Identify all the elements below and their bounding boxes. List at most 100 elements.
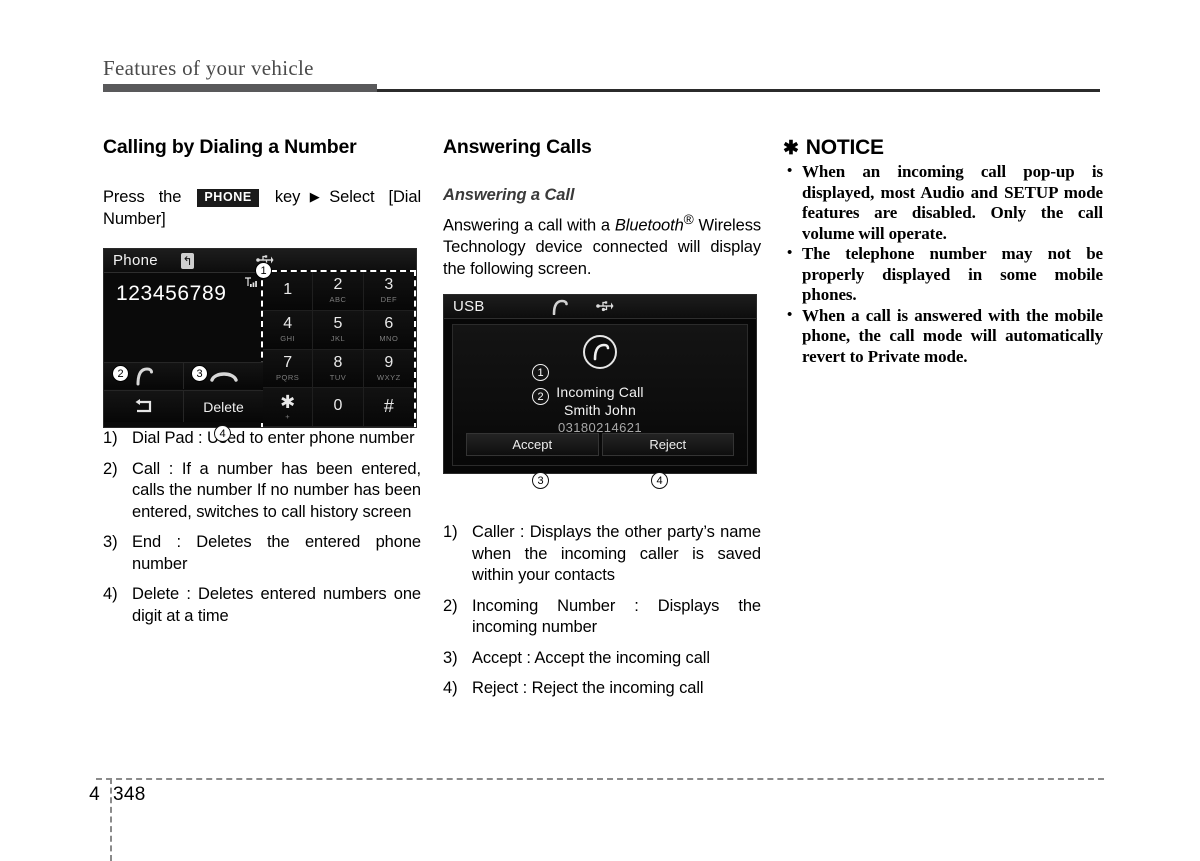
- keypad-key-1[interactable]: 1: [263, 272, 314, 311]
- instruction-before-key: Press the: [103, 188, 182, 206]
- keypad-key-3[interactable]: 3 DEF: [363, 272, 414, 311]
- keypad-digit: 4: [283, 315, 293, 333]
- keypad-digit: 6: [384, 315, 394, 333]
- keypad-key-6[interactable]: 6 MNO: [363, 310, 414, 350]
- dial-keypad[interactable]: 1 2 ABC 3 DEF 4 GHI 5 JKL 6 MNO 7 PQRS 8…: [261, 270, 416, 427]
- callout-marker-1: 1: [532, 364, 549, 381]
- header-rule-thick: [103, 84, 377, 92]
- paragraph-pre: Answering a call with a: [443, 216, 615, 235]
- section-title-answering-calls: Answering Calls: [443, 136, 592, 158]
- notice-header: ✱ NOTICE: [783, 136, 1103, 160]
- call-handset-icon: [136, 367, 153, 386]
- notice-item: • When an incoming call pop-up is displa…: [783, 162, 1103, 244]
- registered-mark: ®: [683, 212, 694, 227]
- dial-bottom-row: Delete: [104, 390, 263, 422]
- keypad-letters: ABC: [329, 295, 347, 305]
- keypad-digit: 1: [283, 280, 293, 298]
- call-handset-icon: [549, 299, 571, 320]
- keypad-digit: 2: [333, 276, 343, 294]
- usb-icon: [596, 300, 614, 312]
- list-item: 2) Call : If a number has been entered, …: [103, 459, 421, 524]
- keypad-key-0[interactable]: 0: [313, 388, 364, 427]
- list-item-text: Reject : Reject the incoming call: [472, 679, 704, 697]
- list-item-text: Accept : Accept the incoming call: [472, 648, 710, 667]
- answering-paragraph: Answering a call with a Bluetooth® Wirel…: [443, 209, 761, 280]
- chapter-number: 4: [89, 784, 100, 805]
- keypad-digit: 9: [384, 353, 394, 371]
- delete-button[interactable]: Delete: [184, 391, 263, 422]
- list-item-number: 2): [443, 596, 458, 615]
- list-item: 4) Delete : Deletes entered numbers one …: [103, 584, 421, 627]
- keypad-digit: 8: [333, 353, 343, 371]
- keypad-key-5[interactable]: 5 JKL: [313, 310, 364, 350]
- keypad-letters: TUV: [329, 372, 347, 382]
- incoming-caller-name: Smith John: [563, 402, 637, 418]
- list-item: 4) Reject : Reject the incoming call: [443, 678, 761, 700]
- keypad-key-9[interactable]: 9 WXYZ: [363, 349, 414, 389]
- incoming-call-screen: USB Incoming Call Smith John 03180214621…: [443, 294, 757, 474]
- middle-numbered-list: 1) Caller : Displays the other party’s n…: [443, 522, 761, 700]
- keypad-digit: 3: [384, 276, 394, 294]
- keypad-letters: MNO: [379, 334, 399, 344]
- bullet-icon: •: [787, 163, 793, 179]
- section-title-calling-by-dialing: Calling by Dialing a Number: [103, 136, 357, 158]
- notice-item-text: The telephone number may not be properly…: [802, 244, 1103, 304]
- keypad-key-4[interactable]: 4 GHI: [263, 310, 314, 350]
- bluetooth-wordmark: Bluetooth: [614, 216, 684, 235]
- keypad-letters: JKL: [330, 334, 346, 344]
- list-item: 1) Dial Pad : Used to enter phone number: [103, 428, 421, 450]
- list-item-text: Incoming Number : Displays the incoming …: [472, 596, 761, 637]
- phone-key-chip: PHONE: [197, 188, 259, 207]
- asterisk-icon: ✱: [783, 137, 799, 159]
- back-arrow-icon: [135, 398, 151, 412]
- list-item-number: 4): [103, 585, 118, 603]
- keypad-letters: +: [285, 411, 291, 421]
- incoming-screen-mode-label: USB: [453, 298, 485, 315]
- list-item: 1) Caller : Displays the other party’s n…: [443, 522, 761, 587]
- running-header-title: Features of your vehicle: [103, 56, 314, 80]
- figure-incoming-call: USB Incoming Call Smith John 03180214621…: [443, 294, 757, 489]
- keypad-digit: 0: [333, 397, 343, 415]
- incoming-screen-topbar: USB: [444, 295, 756, 319]
- keypad-key-hash[interactable]: #: [363, 388, 414, 427]
- list-item-text: Dial Pad : Used to enter phone number: [132, 429, 415, 447]
- signal-strength-icon: [242, 277, 262, 294]
- call-handset-icon-glyph: [552, 299, 568, 316]
- notice-title: NOTICE: [805, 136, 884, 159]
- keypad-key-7[interactable]: 7 PQRS: [263, 349, 314, 389]
- list-item-number: 4): [443, 679, 458, 697]
- keypad-key-2[interactable]: 2 ABC: [313, 272, 364, 311]
- list-item-number: 1): [443, 523, 458, 541]
- dial-instruction: Press the PHONE key▶Select [Dial Number]: [103, 186, 421, 230]
- bullet-icon: •: [787, 306, 793, 323]
- incoming-call-actions: Accept Reject: [466, 433, 734, 456]
- keypad-letters: GHI: [280, 334, 296, 344]
- list-item-text: Delete : Deletes entered numbers one dig…: [132, 585, 421, 625]
- notice-item: • When a call is answered with the mobil…: [783, 306, 1103, 368]
- list-item-text: End : Deletes the entered phone number: [132, 533, 421, 573]
- left-numbered-list: 1) Dial Pad : Used to enter phone number…: [103, 428, 421, 627]
- footer-dashed-rule: [96, 778, 1104, 780]
- list-item-text: Caller : Displays the other party’s name…: [472, 523, 761, 584]
- keypad-key-star[interactable]: ✱ +: [263, 388, 314, 427]
- phone-ringing-icon-glyph: [593, 343, 610, 361]
- list-item-number: 3): [103, 533, 118, 551]
- keypad-digit: ✱: [280, 391, 296, 412]
- notice-item-text: When a call is answered with the mobile …: [802, 305, 1103, 366]
- callout-marker-3: 3: [532, 472, 549, 489]
- keypad-key-8[interactable]: 8 TUV: [313, 349, 364, 389]
- callout-marker-1: 1: [255, 262, 272, 279]
- back-button[interactable]: [104, 391, 184, 422]
- list-item-number: 1): [103, 429, 118, 447]
- signal-icon-glyph: [245, 277, 257, 287]
- callout-marker-2: 2: [532, 388, 549, 405]
- figure-dial-pad: Phone ↰ 123456789 1 2 ABC 3 DEF 4 GHI 5 …: [103, 248, 417, 442]
- reject-button[interactable]: Reject: [601, 433, 734, 456]
- incoming-call-panel: Incoming Call Smith John 03180214621 Acc…: [452, 324, 748, 466]
- page-folio: 4 348: [80, 784, 146, 806]
- notice-list: • When an incoming call pop-up is displa…: [783, 162, 1103, 367]
- delete-button-label: Delete: [203, 398, 244, 415]
- accept-button[interactable]: Accept: [466, 433, 599, 456]
- keypad-digit: #: [383, 396, 394, 417]
- bullet-icon: •: [787, 245, 793, 261]
